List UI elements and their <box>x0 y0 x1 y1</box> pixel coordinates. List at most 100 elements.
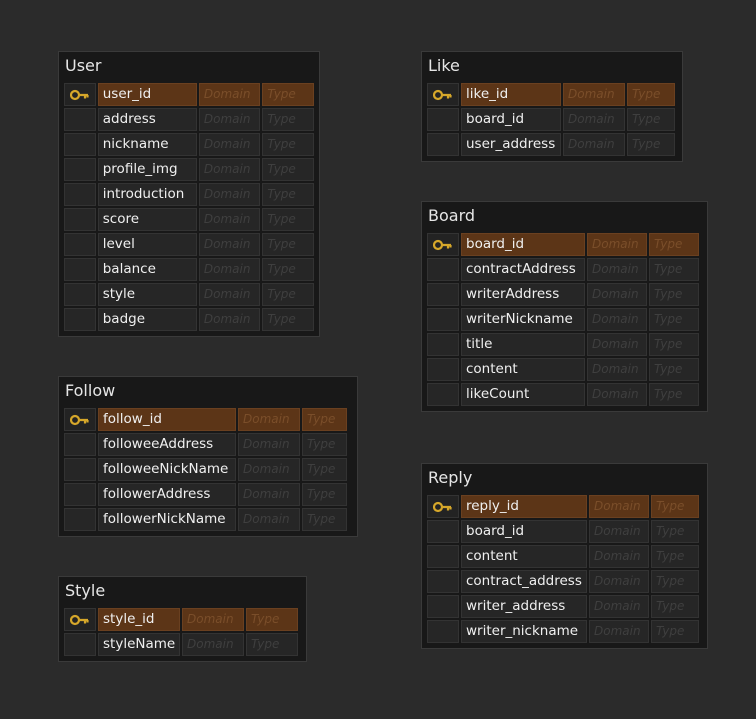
column-type[interactable]: Type <box>649 333 699 356</box>
column-type[interactable]: Type <box>262 308 314 331</box>
column-domain[interactable]: Domain <box>587 383 647 406</box>
column-name[interactable]: board_id <box>461 108 561 131</box>
column-domain[interactable]: Domain <box>198 233 261 256</box>
column-row[interactable]: title Domain Type <box>426 332 703 357</box>
column-name[interactable]: contractAddress <box>461 258 585 281</box>
column-name[interactable]: likeCount <box>461 383 585 406</box>
column-type[interactable]: Type <box>302 408 347 431</box>
column-row[interactable]: followerAddress Domain Type <box>63 482 353 507</box>
column-type[interactable]: Type <box>651 545 699 568</box>
column-domain[interactable]: Domain <box>182 608 244 631</box>
column-row[interactable]: level Domain Type <box>63 232 315 257</box>
column-type[interactable]: Type <box>262 83 314 106</box>
column-row[interactable]: contract_address Domain Type <box>426 569 703 594</box>
column-name[interactable]: badge <box>97 308 197 331</box>
column-row[interactable]: writerNickname Domain Type <box>426 307 703 332</box>
column-row[interactable]: user_address Domain Type <box>426 132 678 157</box>
column-name[interactable]: user_id <box>97 83 197 106</box>
column-type[interactable]: Type <box>262 108 314 131</box>
column-type[interactable]: Type <box>246 608 298 631</box>
column-type[interactable]: Type <box>627 108 675 131</box>
column-name[interactable]: board_id <box>461 233 585 256</box>
primary-key-row[interactable]: follow_id Domain Type <box>63 407 353 432</box>
entity-board[interactable]: Board board_id Domain Type contractAddress D… <box>421 201 708 412</box>
column-name[interactable]: contract_address <box>461 570 587 593</box>
column-name[interactable]: style <box>97 283 197 306</box>
column-name[interactable]: title <box>461 333 585 356</box>
column-name[interactable]: like_id <box>461 83 561 106</box>
column-type[interactable]: Type <box>649 283 699 306</box>
primary-key-row[interactable]: style_id Domain Type <box>63 607 302 632</box>
column-name[interactable]: followerNickName <box>98 508 236 531</box>
entity-follow[interactable]: Follow follow_id Domain Type followeeAddres… <box>58 376 358 537</box>
column-domain[interactable]: Domain <box>198 158 261 181</box>
column-row[interactable]: score Domain Type <box>63 207 315 232</box>
column-name[interactable]: content <box>461 358 585 381</box>
column-name[interactable]: user_address <box>461 133 561 156</box>
column-name[interactable]: follow_id <box>98 408 236 431</box>
column-type[interactable]: Type <box>649 233 699 256</box>
column-name[interactable]: content <box>461 545 587 568</box>
column-name[interactable]: writer_address <box>461 595 587 618</box>
column-domain[interactable]: Domain <box>589 545 649 568</box>
column-type[interactable]: Type <box>649 383 699 406</box>
column-domain[interactable]: Domain <box>198 283 261 306</box>
column-domain[interactable]: Domain <box>198 183 261 206</box>
column-domain[interactable]: Domain <box>198 208 261 231</box>
column-row[interactable]: style Domain Type <box>63 282 315 307</box>
column-name[interactable]: address <box>97 108 197 131</box>
column-row[interactable]: content Domain Type <box>426 357 703 382</box>
column-name[interactable]: writerAddress <box>461 283 585 306</box>
column-domain[interactable]: Domain <box>563 83 625 106</box>
column-name[interactable]: balance <box>97 258 197 281</box>
column-domain[interactable]: Domain <box>563 133 625 156</box>
column-domain[interactable]: Domain <box>238 458 300 481</box>
column-row[interactable]: address Domain Type <box>63 107 315 132</box>
entity-style[interactable]: Style style_id Domain Type styleName Domain T… <box>58 576 307 662</box>
column-row[interactable]: content Domain Type <box>426 544 703 569</box>
column-type[interactable]: Type <box>651 495 699 518</box>
column-name[interactable]: level <box>97 233 197 256</box>
column-row[interactable]: introduction Domain Type <box>63 182 315 207</box>
column-name[interactable]: board_id <box>461 520 587 543</box>
primary-key-row[interactable]: reply_id Domain Type <box>426 494 703 519</box>
column-domain[interactable]: Domain <box>587 258 647 281</box>
column-row[interactable]: profile_img Domain Type <box>63 157 315 182</box>
column-domain[interactable]: Domain <box>587 283 647 306</box>
column-domain[interactable]: Domain <box>589 595 649 618</box>
column-type[interactable]: Type <box>649 308 699 331</box>
column-row[interactable]: writer_address Domain Type <box>426 594 703 619</box>
column-domain[interactable]: Domain <box>563 108 625 131</box>
primary-key-row[interactable]: user_id Domain Type <box>63 82 315 107</box>
column-type[interactable]: Type <box>651 570 699 593</box>
column-domain[interactable]: Domain <box>198 308 261 331</box>
column-type[interactable]: Type <box>651 620 699 643</box>
column-domain[interactable]: Domain <box>589 495 649 518</box>
column-domain[interactable]: Domain <box>589 570 649 593</box>
column-domain[interactable]: Domain <box>587 233 647 256</box>
column-row[interactable]: contractAddress Domain Type <box>426 257 703 282</box>
column-type[interactable]: Type <box>302 483 347 506</box>
column-type[interactable]: Type <box>262 158 314 181</box>
column-type[interactable]: Type <box>302 508 347 531</box>
column-name[interactable]: style_id <box>98 608 180 631</box>
column-name[interactable]: introduction <box>97 183 197 206</box>
column-type[interactable]: Type <box>262 133 314 156</box>
column-domain[interactable]: Domain <box>587 333 647 356</box>
column-row[interactable]: followeeNickName Domain Type <box>63 457 353 482</box>
entity-user[interactable]: User user_id Domain Type address Domain Type n… <box>58 51 320 337</box>
column-type[interactable]: Type <box>262 283 314 306</box>
column-domain[interactable]: Domain <box>238 508 300 531</box>
column-name[interactable]: followeeNickName <box>98 458 236 481</box>
column-type[interactable]: Type <box>649 358 699 381</box>
column-type[interactable]: Type <box>262 208 314 231</box>
column-type[interactable]: Type <box>627 133 675 156</box>
column-row[interactable]: writer_nickname Domain Type <box>426 619 703 644</box>
column-domain[interactable]: Domain <box>587 358 647 381</box>
column-name[interactable]: followerAddress <box>98 483 236 506</box>
column-domain[interactable]: Domain <box>589 520 649 543</box>
primary-key-row[interactable]: board_id Domain Type <box>426 232 703 257</box>
column-type[interactable]: Type <box>649 258 699 281</box>
column-name[interactable]: score <box>97 208 197 231</box>
column-domain[interactable]: Domain <box>238 408 300 431</box>
